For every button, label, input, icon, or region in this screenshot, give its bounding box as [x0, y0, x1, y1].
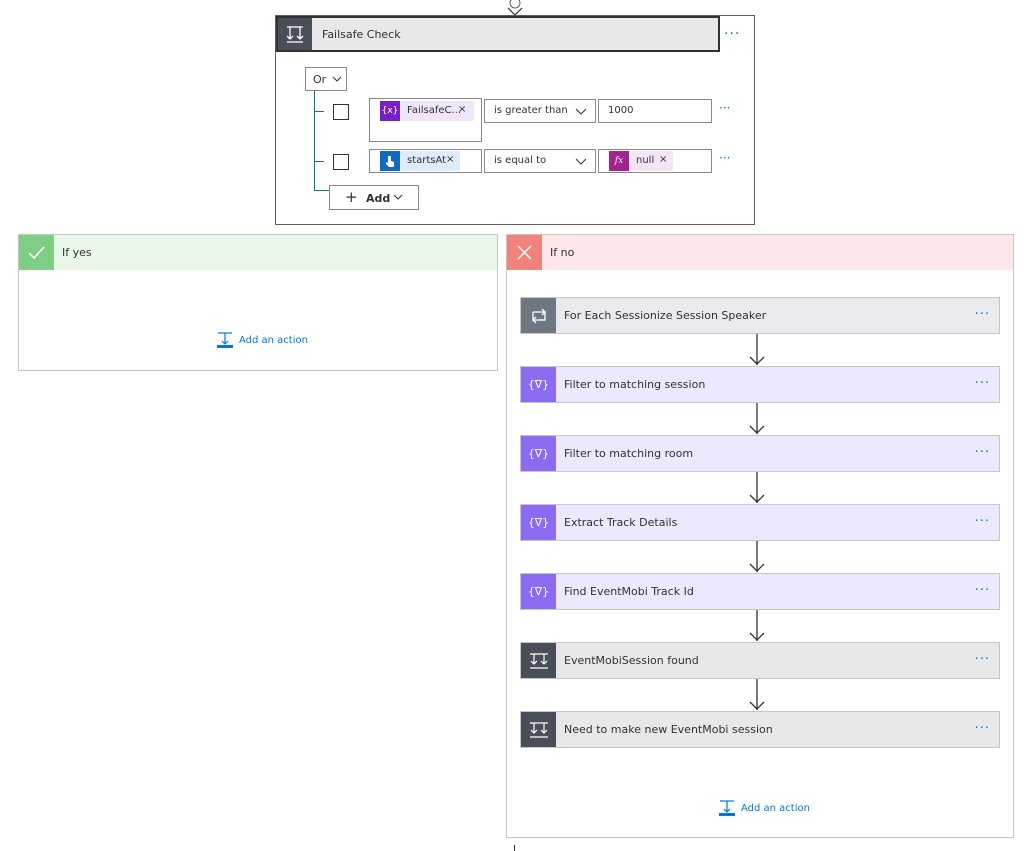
add-an-action-link[interactable]: Add an action — [741, 803, 810, 814]
token-label: startsAt — [407, 155, 447, 166]
condition-icon — [521, 643, 556, 678]
add-action-icon[interactable] — [217, 332, 233, 348]
operator-label: is equal to — [494, 155, 547, 166]
loop-icon — [521, 298, 556, 333]
checkmark-icon — [19, 235, 54, 270]
condition-title: Failsafe Check — [322, 28, 401, 41]
row-1-operator-select[interactable]: is greater than — [484, 99, 596, 123]
row-1-more-button[interactable]: ··· — [719, 101, 730, 115]
plus-icon: + — [345, 188, 358, 206]
row-2-more-button[interactable]: ··· — [719, 151, 730, 165]
action-more-button[interactable]: ··· — [975, 721, 990, 736]
if-yes-header[interactable]: If yes — [19, 235, 497, 270]
group-operator-label: Or — [313, 73, 327, 86]
add-an-action-link[interactable]: Add an action — [239, 335, 308, 346]
add-condition-button[interactable]: + Add — [329, 185, 419, 210]
condition-icon — [521, 712, 556, 747]
filter-array-icon: {∇} — [521, 574, 556, 609]
condition-header[interactable]: Failsafe Check — [276, 16, 720, 52]
if-yes-branch: If yes Add an action — [18, 234, 498, 371]
row-2-checkbox[interactable] — [333, 154, 349, 170]
action-title: Filter to matching room — [564, 447, 694, 460]
down-arrow-icon — [749, 610, 765, 641]
down-arrow-icon — [749, 679, 765, 710]
close-icon — [507, 235, 542, 270]
tree-connector — [314, 111, 324, 112]
if-yes-title: If yes — [62, 246, 92, 259]
filter-array-icon: {∇} — [521, 436, 556, 471]
action-card[interactable]: For Each Sessionize Session Speaker ··· — [520, 297, 1000, 334]
condition-card: Failsafe Check ··· Or {x} FailsafeC... ×… — [275, 15, 755, 225]
action-more-button[interactable]: ··· — [975, 514, 990, 529]
row-1-right-value: 1000 — [608, 105, 634, 116]
chevron-down-icon — [575, 108, 587, 115]
operator-label: is greater than — [494, 105, 568, 116]
action-title: For Each Sessionize Session Speaker — [564, 309, 767, 322]
group-operator-select[interactable]: Or — [305, 67, 347, 91]
row-1-left-token[interactable]: {x} FailsafeC... × — [380, 101, 474, 121]
action-card[interactable]: {∇} Filter to matching room ··· — [520, 435, 1000, 472]
action-card[interactable]: {∇} Extract Track Details ··· — [520, 504, 1000, 541]
condition-more-button[interactable]: ··· — [724, 26, 740, 42]
action-title: Need to make new EventMobi session — [564, 723, 773, 736]
action-more-button[interactable]: ··· — [975, 652, 990, 667]
action-card[interactable]: EventMobiSession found ··· — [520, 642, 1000, 679]
remove-token-icon[interactable]: × — [446, 154, 454, 165]
action-more-button[interactable]: ··· — [975, 583, 990, 598]
token-label: FailsafeC... — [407, 105, 462, 116]
action-title: EventMobiSession found — [564, 654, 699, 667]
if-no-title: If no — [550, 246, 575, 259]
expression-icon: fx — [609, 151, 629, 171]
remove-token-icon[interactable]: × — [458, 104, 466, 115]
tree-connector — [314, 190, 329, 191]
action-more-button[interactable]: ··· — [975, 376, 990, 391]
if-no-branch: If no For Each Sessionize Session Speake… — [506, 234, 1014, 838]
row-2-right-token[interactable]: fx null × — [609, 151, 673, 171]
down-arrow-icon — [749, 334, 765, 365]
row-2-right-field[interactable]: fx null × — [598, 149, 712, 173]
row-2-left-token[interactable]: startsAt × — [380, 151, 460, 171]
variable-icon: {x} — [380, 101, 400, 121]
tree-connector — [314, 161, 324, 162]
chevron-down-icon — [575, 158, 587, 165]
token-label: null — [636, 155, 655, 166]
remove-token-icon[interactable]: × — [659, 154, 667, 165]
add-action-icon[interactable] — [719, 800, 735, 816]
action-more-button[interactable]: ··· — [975, 307, 990, 322]
row-1-checkbox[interactable] — [333, 104, 349, 120]
action-card[interactable]: {∇} Find EventMobi Track Id ··· — [520, 573, 1000, 610]
tree-connector — [314, 91, 315, 191]
row-1-left-field[interactable]: {x} FailsafeC... × — [369, 98, 482, 142]
row-2-operator-select[interactable]: is equal to — [484, 149, 596, 173]
incoming-arrow-icon — [507, 0, 523, 16]
down-arrow-icon — [749, 541, 765, 572]
row-2-left-field[interactable]: startsAt × — [369, 149, 482, 173]
down-arrow-icon — [749, 403, 765, 434]
filter-array-icon: {∇} — [521, 505, 556, 540]
row-1-right-field[interactable]: 1000 — [598, 99, 712, 123]
action-title: Extract Track Details — [564, 516, 678, 529]
condition-icon — [278, 18, 312, 50]
manual-trigger-icon — [380, 151, 400, 171]
filter-array-icon: {∇} — [521, 367, 556, 402]
action-title: Find EventMobi Track Id — [564, 585, 694, 598]
add-label: Add — [366, 192, 391, 205]
chevron-down-icon — [393, 194, 403, 200]
if-no-header[interactable]: If no — [507, 235, 1013, 270]
action-card[interactable]: Need to make new EventMobi session ··· — [520, 711, 1000, 748]
action-title: Filter to matching session — [564, 378, 706, 391]
action-card[interactable]: {∇} Filter to matching session ··· — [520, 366, 1000, 403]
outgoing-connector — [514, 845, 515, 851]
chevron-down-icon — [332, 76, 342, 82]
down-arrow-icon — [749, 472, 765, 503]
action-more-button[interactable]: ··· — [975, 445, 990, 460]
